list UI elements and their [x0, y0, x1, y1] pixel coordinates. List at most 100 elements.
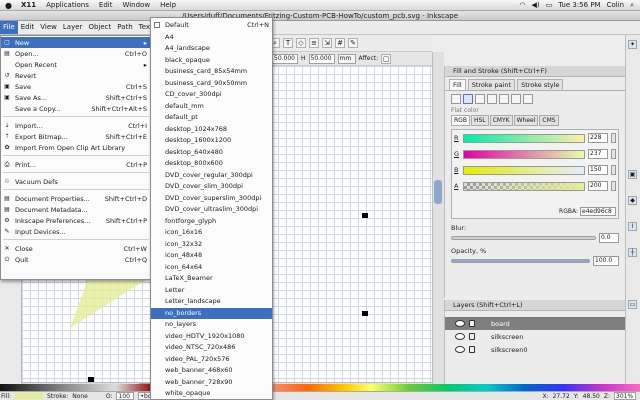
new-template-item[interactable]: default_mm: [151, 101, 272, 112]
new-template-item[interactable]: A4_landscape: [151, 43, 272, 54]
alpha-spinner[interactable]: [611, 181, 616, 191]
file-menu-open[interactable]: ▤ Open... Ctrl+O: [1, 48, 151, 59]
snap-page-icon[interactable]: ▭: [628, 300, 637, 309]
new-template-item[interactable]: DVD_cover_ultraslim_300dpi: [151, 204, 272, 215]
file-menu-open-recent[interactable]: Open Recent ▸: [1, 59, 151, 70]
file-menu-export-bitmap[interactable]: ⇡ Export Bitmap... Shift+Ctrl+E: [1, 131, 151, 142]
radial-gradient-icon[interactable]: [487, 94, 497, 104]
fill-indicator[interactable]: [15, 393, 44, 399]
opacity-value[interactable]: 100.0: [593, 256, 619, 266]
new-template-item[interactable]: Default Ctrl+N: [151, 20, 272, 31]
new-template-item[interactable]: white_opaque: [151, 388, 272, 399]
blue-value[interactable]: 150: [588, 165, 608, 175]
tab-stroke-style[interactable]: Stroke style: [517, 79, 564, 90]
unset-paint-icon[interactable]: [523, 94, 533, 104]
red-spinner[interactable]: [611, 133, 616, 143]
app-menu-x11[interactable]: X11: [16, 1, 41, 9]
file-menu-input-devices[interactable]: ✎ Input Devices...: [1, 226, 151, 237]
new-template-item[interactable]: business_card_85x54mm: [151, 66, 272, 77]
snap-toggle-icon[interactable]: ✦: [628, 40, 637, 49]
file-menu-save-copy[interactable]: Save a Copy... Shift+Ctrl+Alt+S: [1, 103, 151, 114]
lock-icon[interactable]: [469, 320, 475, 327]
new-template-item[interactable]: black_opaque: [151, 55, 272, 66]
new-template-item[interactable]: video_PAL_720x576: [151, 354, 272, 365]
eye-icon[interactable]: [455, 333, 465, 340]
menu-layer[interactable]: Layer: [60, 21, 86, 34]
menu-file[interactable]: File: [0, 21, 18, 34]
file-menu-save-as[interactable]: ▣ Save As... Shift+Ctrl+S: [1, 92, 151, 103]
prefs-toolbar-icon[interactable]: ✎: [348, 38, 358, 48]
flat-color-icon[interactable]: [463, 94, 473, 104]
no-paint-icon[interactable]: [451, 94, 461, 104]
file-menu-import[interactable]: ⇣ Import... Ctrl+I: [1, 120, 151, 131]
new-template-item[interactable]: desktop_800x600: [151, 158, 272, 169]
width-input[interactable]: 50.000: [272, 53, 298, 64]
mac-menu-applications[interactable]: Applications: [41, 1, 94, 9]
stroke-value[interactable]: None: [72, 393, 88, 400]
text-tool-icon[interactable]: T: [283, 38, 293, 48]
blue-slider[interactable]: [463, 165, 585, 175]
new-template-item[interactable]: Letter: [151, 285, 272, 296]
selection-handle[interactable]: [362, 311, 368, 316]
xml-editor-icon[interactable]: ◇: [296, 38, 306, 48]
tab-fill[interactable]: Fill: [449, 79, 466, 90]
mac-menu-edit[interactable]: Edit: [94, 1, 118, 9]
new-template-item[interactable]: icon_16x16: [151, 227, 272, 238]
unit-select[interactable]: mm: [337, 53, 356, 64]
opacity-slider[interactable]: [451, 259, 590, 263]
snap-guide-icon[interactable]: ┼: [628, 248, 637, 257]
new-template-item[interactable]: web_banner_468x60: [151, 365, 272, 376]
alpha-value[interactable]: 200: [588, 181, 608, 191]
rgba-input[interactable]: e4ed96c8: [580, 206, 616, 216]
new-template-item[interactable]: default_pt: [151, 112, 272, 123]
red-slider[interactable]: [463, 133, 585, 143]
file-menu-revert[interactable]: ↺ Revert: [1, 70, 151, 81]
file-menu-save[interactable]: ▣ Save Ctrl+S: [1, 81, 151, 92]
red-value[interactable]: 228: [588, 133, 608, 143]
opacity-status-value[interactable]: 100: [116, 392, 135, 400]
vertical-scrollbar[interactable]: [432, 52, 444, 386]
file-menu-import-clipart[interactable]: ✿ Import From Open Clip Art Library: [1, 142, 151, 153]
tab-stroke-paint[interactable]: Stroke paint: [467, 79, 516, 90]
blue-spinner[interactable]: [611, 165, 616, 175]
tab-wheel[interactable]: Wheel: [513, 115, 539, 126]
new-template-item[interactable]: no_layers: [151, 319, 272, 330]
lock-icon[interactable]: [469, 333, 475, 340]
selection-handle[interactable]: [362, 213, 368, 218]
new-template-item[interactable]: CD_cover_300dpi: [151, 89, 272, 100]
mac-menu-window[interactable]: Window: [117, 1, 155, 9]
new-template-item[interactable]: desktop_1024x768: [151, 124, 272, 135]
mac-user[interactable]: Colin: [607, 1, 625, 9]
snap-bbox-icon[interactable]: ▣: [628, 170, 637, 179]
menu-path[interactable]: Path: [114, 21, 135, 34]
file-menu-quit[interactable]: ⏻ Quit Ctrl+Q: [1, 254, 151, 265]
affect-stroke-icon[interactable]: ▢: [381, 53, 392, 64]
alpha-slider[interactable]: [463, 181, 585, 191]
new-template-item[interactable]: video_HDTV_1920x1080: [151, 331, 272, 342]
file-menu-document-metadata[interactable]: ▤ Document Metadata...: [1, 204, 151, 215]
battery-icon[interactable]: ▭: [546, 1, 553, 9]
new-template-item[interactable]: video_NTSC_720x486: [151, 342, 272, 353]
menu-edit[interactable]: Edit: [18, 21, 38, 34]
palette-gradient-strip[interactable]: [0, 384, 640, 391]
snap-nodes-icon[interactable]: ◆: [628, 196, 637, 205]
new-template-item[interactable]: DVD_cover_superslim_300dpi: [151, 193, 272, 204]
new-template-item[interactable]: icon_64x64: [151, 262, 272, 273]
file-menu-preferences[interactable]: ⚙ Inkscape Preferences... Shift+Ctrl+P: [1, 215, 151, 226]
align-icon[interactable]: ≡: [309, 38, 319, 48]
new-template-item[interactable]: desktop_640x480: [151, 147, 272, 158]
blur-value[interactable]: 0.0: [599, 233, 619, 243]
eye-icon[interactable]: [455, 320, 465, 327]
transform-icon[interactable]: ⇲: [322, 38, 332, 48]
tab-cmyk[interactable]: CMYK: [489, 115, 513, 126]
blur-slider[interactable]: [451, 236, 596, 240]
layer-row-silkscreen[interactable]: silkscreen: [445, 330, 625, 343]
new-template-item[interactable]: DVD_cover_slim_300dpi: [151, 181, 272, 192]
new-template-item[interactable]: web_banner_728x90: [151, 377, 272, 388]
green-slider[interactable]: [463, 149, 585, 159]
new-template-item[interactable]: Letter_landscape: [151, 296, 272, 307]
file-menu-vacuum-defs[interactable]: ♲ Vacuum Defs: [1, 176, 151, 187]
grid-icon[interactable]: #: [335, 38, 345, 48]
tab-cms[interactable]: CMS: [539, 115, 559, 126]
file-menu-new[interactable]: ▢ New ▸: [1, 37, 151, 48]
